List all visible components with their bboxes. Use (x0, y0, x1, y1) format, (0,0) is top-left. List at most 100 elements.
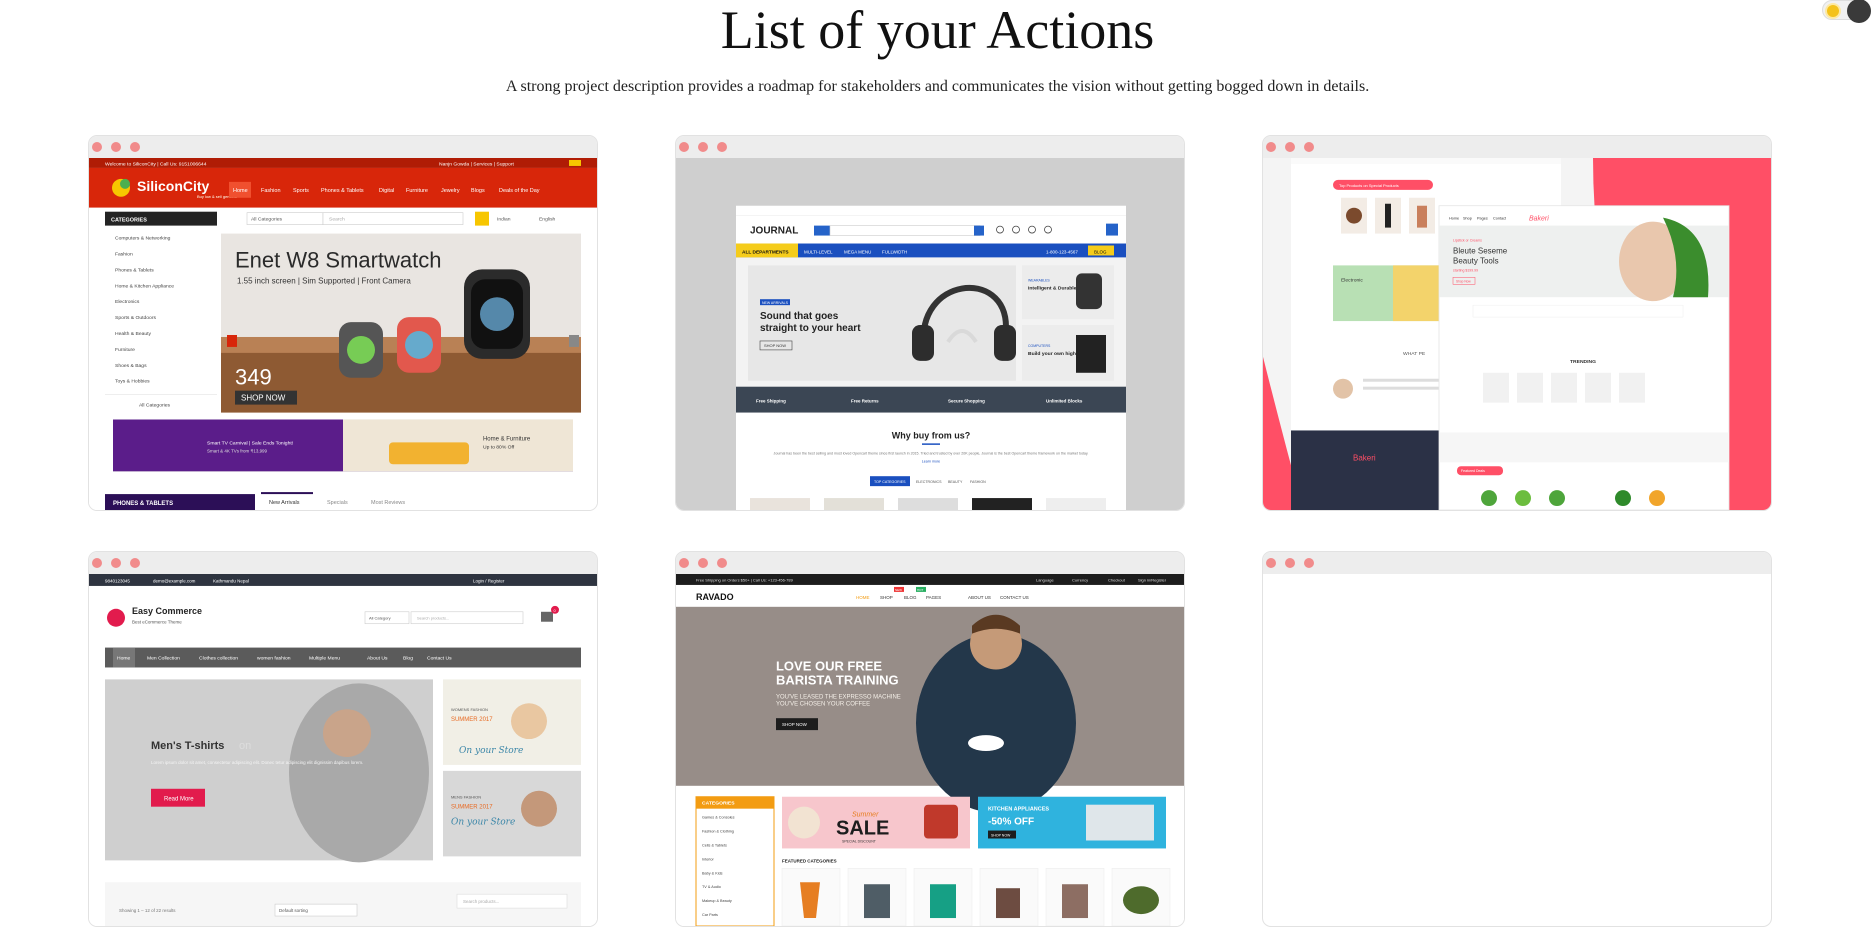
svg-text:Up to 80% Off: Up to 80% Off (483, 444, 515, 450)
svg-text:Most Reviews: Most Reviews (371, 500, 405, 506)
svg-text:TRENDING: TRENDING (1570, 359, 1596, 365)
svg-text:Unlimited Blocks: Unlimited Blocks (1046, 399, 1083, 404)
svg-text:On your Store: On your Store (451, 818, 515, 828)
svg-text:Search products...: Search products... (463, 899, 499, 904)
svg-text:Electronic: Electronic (1341, 277, 1363, 283)
svg-text:Checkout: Checkout (1108, 577, 1126, 582)
svg-text:ABOUT US: ABOUT US (968, 595, 991, 600)
svg-text:NEW ARRIVALS: NEW ARRIVALS (762, 301, 789, 305)
svg-text:Blog: Blog (403, 656, 413, 662)
svg-text:Health & Beauty: Health & Beauty (115, 331, 152, 337)
action-card-easy-commerce[interactable]: 9840123045 demo@example.com Kathmandu Ne… (88, 551, 598, 927)
easy-commerce-screenshot: 9840123045 demo@example.com Kathmandu Ne… (89, 574, 597, 926)
svg-text:Computers & Networking: Computers & Networking (115, 236, 171, 242)
svg-text:About Us: About Us (367, 656, 388, 662)
svg-text:KITCHEN APPLIANCES: KITCHEN APPLIANCES (988, 807, 1049, 813)
svg-text:Deals of the Day: Deals of the Day (499, 188, 540, 194)
svg-text:Home: Home (1449, 217, 1459, 221)
svg-text:TV & Audio: TV & Audio (702, 885, 721, 889)
svg-text:SPECIAL DISCOUNT: SPECIAL DISCOUNT (842, 839, 877, 843)
svg-text:On your Store: On your Store (459, 746, 523, 756)
window-dot (679, 558, 689, 568)
svg-text:Top Products on Special Produc: Top Products on Special Products (1339, 183, 1399, 188)
window-bar (1263, 136, 1771, 158)
svg-text:Contact: Contact (1493, 217, 1507, 221)
svg-text:1-800-123-4567: 1-800-123-4567 (1046, 249, 1078, 254)
svg-text:Sign in/Register: Sign in/Register (1138, 577, 1167, 582)
svg-text:Language: Language (1036, 577, 1055, 582)
svg-text:straight to your heart: straight to your heart (760, 323, 861, 334)
siliconcity-screenshot: Welcome to SiliconCity | Call Us: 915100… (89, 158, 597, 510)
svg-text:Free Shipping: Free Shipping (756, 399, 786, 404)
svg-text:Smart & 4K TVs from ₹13,999: Smart & 4K TVs from ₹13,999 (207, 448, 268, 453)
svg-text:HOME: HOME (856, 595, 869, 600)
svg-text:MULTI-LEVEL: MULTI-LEVEL (804, 249, 833, 254)
toggle-knob (1847, 0, 1871, 23)
svg-text:Electronics: Electronics (115, 299, 140, 305)
svg-text:Home: Home (117, 656, 131, 662)
svg-text:BLOG: BLOG (1094, 249, 1107, 254)
svg-text:FASHION: FASHION (970, 480, 986, 484)
svg-text:Home & Kitchen Appliance: Home & Kitchen Appliance (115, 283, 174, 289)
svg-text:Baby & Kids: Baby & Kids (702, 871, 723, 875)
window-bar (676, 552, 1184, 574)
svg-text:on: on (239, 740, 251, 752)
svg-text:9840123045: 9840123045 (105, 578, 130, 583)
window-dot (717, 142, 727, 152)
svg-text:Makeup & Beauty: Makeup & Beauty (702, 899, 732, 903)
svg-text:English: English (539, 217, 556, 223)
page-subtitle: A strong project description provides a … (505, 78, 1370, 95)
svg-text:Toys & Hobbies: Toys & Hobbies (115, 379, 150, 385)
svg-text:BLOG: BLOG (904, 595, 917, 600)
svg-text:Furniture: Furniture (406, 188, 428, 194)
svg-text:Bakeri: Bakeri (1353, 453, 1376, 462)
preview-journal: JOURNAL ALL DEPARTMENTS MULTI-LEVEL MEGA… (676, 158, 1184, 510)
svg-text:ALL DEPARTMENTS: ALL DEPARTMENTS (742, 249, 789, 255)
theme-toggle[interactable] (1822, 0, 1871, 23)
window-dot (1285, 142, 1295, 152)
preview-beauty: Top Products on Special Products Electro… (1263, 158, 1771, 510)
action-card-empty[interactable] (1262, 551, 1772, 927)
svg-text:Easy Commerce: Easy Commerce (132, 606, 202, 616)
svg-text:FEATURED CATEGORIES: FEATURED CATEGORIES (782, 858, 837, 863)
svg-text:Clothes collection: Clothes collection (199, 656, 238, 662)
svg-text:Specials: Specials (327, 500, 348, 506)
svg-text:Read More: Read More (164, 797, 194, 803)
page-title: List of your Actions (720, 0, 1155, 60)
svg-text:women fashion: women fashion (257, 656, 291, 662)
action-card-beauty[interactable]: Top Products on Special Products Electro… (1262, 135, 1772, 511)
svg-text:Enet W8 Smartwatch: Enet W8 Smartwatch (235, 247, 441, 272)
action-card-journal[interactable]: JOURNAL ALL DEPARTMENTS MULTI-LEVEL MEGA… (675, 135, 1185, 511)
window-dot (92, 142, 102, 152)
svg-text:Kathmandu Nepal: Kathmandu Nepal (213, 578, 249, 583)
action-card-siliconcity[interactable]: Welcome to SiliconCity | Call Us: 915100… (88, 135, 598, 511)
beauty-screenshot: Top Products on Special Products Electro… (1263, 158, 1771, 510)
window-bar (1263, 552, 1771, 574)
svg-text:BARISTA TRAINING: BARISTA TRAINING (776, 672, 899, 687)
action-card-ravado[interactable]: Free Shipping on Orders $50+ | Call Us: … (675, 551, 1185, 927)
svg-text:Free Returns: Free Returns (851, 399, 879, 404)
journal-screenshot: JOURNAL ALL DEPARTMENTS MULTI-LEVEL MEGA… (676, 158, 1184, 510)
svg-text:Featured Deals: Featured Deals (1461, 469, 1485, 473)
svg-text:All Categories: All Categories (251, 217, 283, 223)
svg-text:Nanjn Gowda | Services | S: Nanjn Gowda | Services | Support (439, 161, 514, 167)
svg-text:Showing 1 – 12 of 22 results: Showing 1 – 12 of 22 results (119, 908, 176, 913)
svg-text:Default sorting: Default sorting (279, 908, 308, 913)
window-dot (111, 558, 121, 568)
svg-text:Login / Register: Login / Register (473, 578, 505, 583)
svg-text:SHOP NOW: SHOP NOW (241, 394, 286, 403)
window-dot (1304, 558, 1314, 568)
svg-text:All Categories: All Categories (139, 403, 171, 409)
window-dot (111, 142, 121, 152)
svg-text:PAGES: PAGES (926, 595, 941, 600)
svg-text:Car Parts: Car Parts (702, 913, 718, 917)
svg-text:-50% OFF: -50% OFF (988, 817, 1034, 828)
window-dot (1266, 558, 1276, 568)
ravado-screenshot: Free Shipping on Orders $50+ | Call Us: … (676, 574, 1184, 926)
svg-text:starting $199.99: starting $199.99 (1453, 268, 1478, 272)
svg-text:PHONES & TABLETS: PHONES & TABLETS (113, 501, 173, 507)
svg-text:SiliconCity: SiliconCity (137, 178, 210, 194)
svg-text:HOT: HOT (917, 588, 923, 592)
svg-text:Shop Now: Shop Now (1456, 279, 1471, 283)
svg-text:Sports & Outdoors: Sports & Outdoors (115, 315, 157, 321)
